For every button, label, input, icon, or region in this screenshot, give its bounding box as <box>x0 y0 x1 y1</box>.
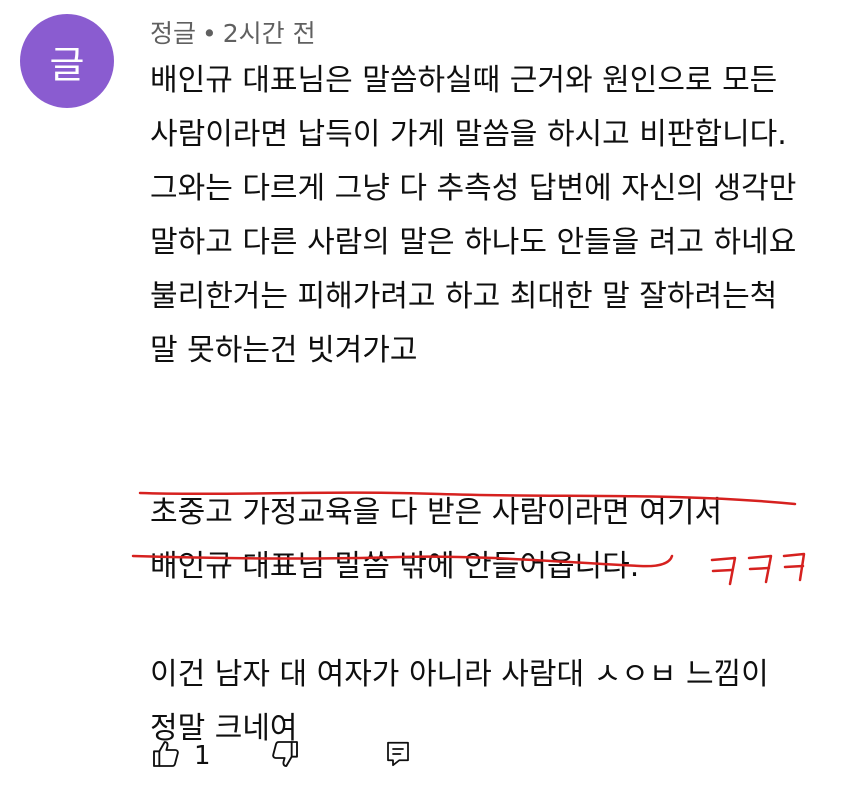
comment-line: 그와는 다르게 그냥 다 추측성 답변에 자신의 생각만 <box>150 171 797 206</box>
reply-button[interactable] <box>383 738 413 774</box>
comment-line: 이건 남자 대 여자가 아니라 사람대 ㅅㅇㅂ 느낌이 <box>150 657 769 692</box>
comment-line: 불리한거는 피해가려고 하고 최대한 말 잘하려는척 <box>150 279 778 314</box>
avatar-letter: 글 <box>49 42 85 87</box>
comment-meta: 정글 • 2시간 전 <box>150 14 316 50</box>
comment-line: 말하고 다른 사람의 말은 하나도 안들을 려고 하네요 <box>150 225 797 260</box>
dislike-button[interactable] <box>269 738 301 774</box>
comment-body: 배인규 대표님은 말씀하실때 근거와 원인으로 모든 사람이라면 납득이 가게 … <box>150 54 850 756</box>
comment-actions: 1 <box>150 736 413 776</box>
comment-icon <box>383 738 413 774</box>
meta-separator: • <box>202 19 217 48</box>
comment-line: 말 못하는건 빗겨가고 <box>150 333 418 368</box>
blank-lines <box>150 378 850 486</box>
comment-time[interactable]: 2시간 전 <box>223 19 316 48</box>
thumb-down-icon <box>269 738 301 774</box>
comment-line-underlined: 초중고 가정교육을 다 받은 사람이라면 여기서 <box>150 495 723 530</box>
thumb-up-icon <box>150 738 182 774</box>
like-button[interactable]: 1 <box>150 738 211 774</box>
author-name[interactable]: 정글 <box>150 19 196 48</box>
comment-line-underlined: 배인규 대표님 말씀 밖에 안들어옵니다. <box>150 549 640 584</box>
avatar[interactable]: 글 <box>20 14 114 108</box>
comment-line: 배인규 대표님은 말씀하실때 근거와 원인으로 모든 <box>150 63 778 98</box>
like-count: 1 <box>194 741 211 771</box>
comment-line: 사람이라면 납득이 가게 말씀을 하시고 비판합니다. <box>150 117 787 152</box>
